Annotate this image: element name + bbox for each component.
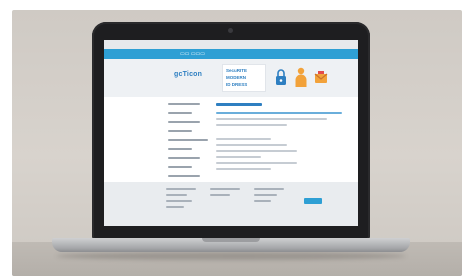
person-icon xyxy=(295,67,307,87)
text-line xyxy=(216,150,297,152)
text-line xyxy=(216,112,342,114)
site-top-bar xyxy=(104,40,358,49)
sidebar-link[interactable] xyxy=(168,130,192,132)
footer-column xyxy=(254,188,284,206)
laptop-screen: ▭▭ ▭▭▭ gcTicon SecuRITE MODERN ID DRESS xyxy=(104,40,358,226)
sidebar-link[interactable] xyxy=(168,175,200,177)
lock-icon xyxy=(276,69,286,85)
sidebar-link[interactable] xyxy=(168,103,200,105)
laptop-shadow xyxy=(56,252,406,260)
site-content xyxy=(104,97,358,182)
sidebar-link[interactable] xyxy=(168,139,208,141)
text-line xyxy=(216,168,272,170)
sidebar-link[interactable] xyxy=(168,112,192,114)
main-article xyxy=(216,103,342,174)
footer-column xyxy=(166,188,196,212)
laptop-lid: ▭▭ ▭▭▭ gcTicon SecuRITE MODERN ID DRESS xyxy=(92,22,370,240)
sidebar-link[interactable] xyxy=(168,148,192,150)
nav-text: ▭▭ ▭▭▭ xyxy=(180,51,206,57)
text-line xyxy=(216,138,272,140)
text-line xyxy=(216,162,297,164)
text-line xyxy=(216,118,327,120)
site-nav-bar: ▭▭ ▭▭▭ xyxy=(104,49,358,59)
laptop-base xyxy=(52,238,410,252)
sidebar-link[interactable] xyxy=(168,166,192,168)
text-line xyxy=(216,124,287,126)
site-footer xyxy=(104,182,358,226)
sidebar-link[interactable] xyxy=(168,121,200,123)
footer-button[interactable] xyxy=(304,198,322,204)
site-banner: gcTicon SecuRITE MODERN ID DRESS xyxy=(104,59,358,97)
banner-line-2: MODERN xyxy=(226,75,246,80)
sidebar-links xyxy=(168,103,208,184)
text-line xyxy=(216,156,262,158)
webcam xyxy=(228,28,233,33)
article-heading xyxy=(216,103,262,106)
footer-column xyxy=(210,188,240,200)
lid-opening-notch xyxy=(202,238,260,242)
text-line xyxy=(216,144,287,146)
sidebar-link[interactable] xyxy=(168,157,200,159)
banner-headline-box: SecuRITE MODERN ID DRESS xyxy=(222,64,266,92)
site-logo: gcTicon xyxy=(174,71,203,78)
mail-icon xyxy=(314,71,328,83)
banner-line-1: SecuRITE xyxy=(226,68,248,73)
laptop-photo: ▭▭ ▭▭▭ gcTicon SecuRITE MODERN ID DRESS xyxy=(12,10,462,276)
banner-line-3: ID DRESS xyxy=(226,82,248,87)
